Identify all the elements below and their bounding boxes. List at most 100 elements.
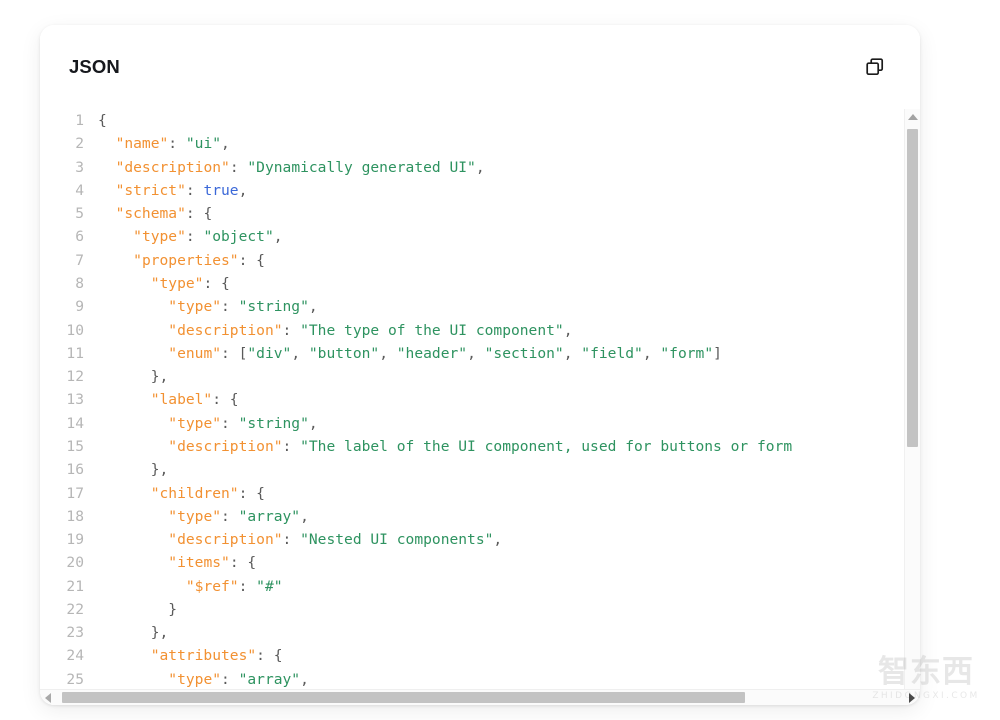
code-line: 18 "type": "array", [40,505,792,528]
token-punct: }, [150,461,169,479]
code-scroll-content: 1{2 "name": "ui", 3 "description": "Dynam… [40,109,904,705]
line-number: 18 [66,507,84,525]
line-content: } [98,598,792,621]
line-number: 16 [66,461,84,479]
chevron-right-icon [909,692,915,703]
vertical-scrollbar-thumb[interactable] [907,129,918,447]
token-punct: { [98,112,107,129]
token-punct: , [563,344,582,362]
scroll-up-button[interactable] [905,109,920,125]
token-punct: , [475,158,485,176]
line-content: }, [98,458,792,481]
code-line: 4 "strict": true, [40,179,792,202]
token-key: "attributes" [150,647,257,665]
line-content: "$ref": "#" [98,575,792,598]
scroll-right-button[interactable] [904,690,920,705]
token-punct: , [300,670,309,688]
line-content: "strict": true, [98,179,792,202]
line-number: 11 [66,344,84,362]
line-number: 15 [66,437,84,455]
token-key: "enum" [168,344,222,362]
token-str: "Dynamically generated UI" [247,158,476,176]
horizontal-scrollbar-thumb[interactable] [62,692,745,703]
token-str: "field" [581,344,643,362]
line-number: 22 [66,600,84,618]
line-number: 23 [66,624,84,642]
token-str: "#" [256,577,283,595]
token-punct: }, [150,368,169,386]
code-line: 1{ [40,109,792,132]
token-punct: : [282,321,301,339]
token-punct: : [282,531,301,549]
token-punct: : [221,507,239,525]
token-punct: ] [713,344,722,362]
token-punct: : { [256,647,283,665]
token-str: "header" [396,344,468,362]
line-number: 13 [66,391,84,409]
line-number: 9 [75,298,84,316]
code-line: 13 "label": { [40,388,792,411]
line-content: "label": { [98,388,792,411]
line-content: "type": "array", [98,505,792,528]
token-str: "string" [238,414,309,432]
code-line: 17 "children": { [40,482,792,505]
token-str: "The type of the UI component" [300,321,564,339]
token-str: "div" [247,344,292,362]
code-line: 10 "description": "The type of the UI co… [40,319,792,342]
token-str: "array" [238,670,301,688]
token-punct: , [493,531,503,549]
token-punct: : { [185,205,213,223]
card-header: JSON [40,25,920,109]
token-punct: , [221,135,230,153]
token-punct: , [563,321,573,339]
line-number: 2 [75,135,84,153]
token-punct: : [221,670,239,688]
token-punct: : { [238,251,265,269]
token-punct: , [379,344,397,362]
line-content: "description": "The type of the UI compo… [98,319,792,342]
code-viewport[interactable]: 1{2 "name": "ui", 3 "description": "Dynam… [40,109,904,705]
line-content: "name": "ui", [98,132,792,155]
scroll-left-button[interactable] [40,690,56,705]
code-line: 22 } [40,598,792,621]
line-content: "children": { [98,482,792,505]
line-number: 5 [75,205,84,223]
line-content: "type": "string", [98,412,792,435]
horizontal-scrollbar[interactable] [40,689,920,705]
line-number: 19 [66,531,84,549]
token-punct: , [273,228,283,246]
token-key: "description" [115,158,230,176]
token-punct: , [308,414,318,432]
token-key: "description" [168,531,283,549]
token-str: "button" [308,344,380,362]
token-key: "description" [168,321,283,339]
line-number: 3 [75,158,84,176]
line-content: "enum": ["div", "button", "header", "sec… [98,342,792,365]
code-line: 9 "type": "string", [40,295,792,318]
token-punct: , [300,507,309,525]
token-punct: : { [212,391,239,409]
token-str: "Nested UI components" [300,531,494,549]
token-key: "type" [168,414,222,432]
line-content: }, [98,365,792,388]
code-line: 14 "type": "string", [40,412,792,435]
token-punct: : [229,158,248,176]
token-punct: : { [203,274,230,292]
token-punct: : [221,298,239,316]
code-line: 25 "type": "array", [40,668,792,691]
token-key: "strict" [115,181,186,199]
token-str: "object" [203,228,274,246]
token-punct: : [185,181,204,199]
token-punct: : [ [221,344,248,362]
line-content: "description": "Nested UI components", [98,528,792,551]
token-punct: , [308,298,318,316]
copy-button[interactable] [858,50,892,84]
token-punct: : { [229,554,257,572]
line-number: 6 [75,228,84,246]
code-line: 23 }, [40,621,792,644]
token-punct: } [168,600,178,618]
code-line: 2 "name": "ui", [40,132,792,155]
token-punct: : [185,228,204,246]
code-lines: 1{2 "name": "ui", 3 "description": "Dynam… [40,109,792,691]
vertical-scrollbar[interactable] [904,109,920,705]
